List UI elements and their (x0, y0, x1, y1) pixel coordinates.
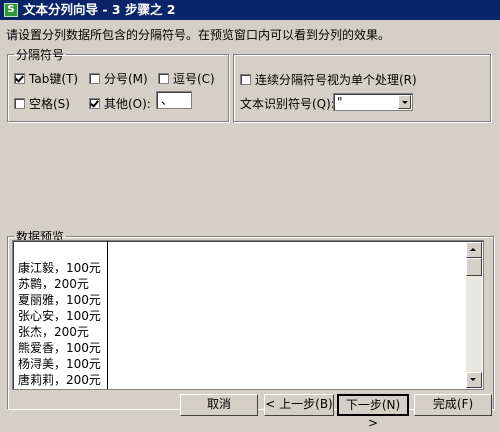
preview-row: 苏鹮，200元 (18, 277, 89, 291)
scroll-thumb[interactable] (466, 258, 482, 276)
chevron-down-icon (402, 101, 408, 104)
checkbox-box[interactable] (89, 98, 100, 109)
checkbox-box[interactable] (89, 73, 100, 84)
separator-legend: 分隔符号 (16, 48, 65, 62)
preview-row: 夏丽雅，100元 (18, 293, 101, 307)
qualifier-select[interactable]: " (333, 93, 413, 111)
tab-label: Tab键(T) (29, 72, 79, 86)
semicolon-checkbox[interactable]: 分号(M) (89, 70, 148, 87)
chevron-down-icon (470, 378, 476, 381)
preview-rows: 康江毅，100元 苏鹮，200元 夏丽雅，100元 张心安，100元 张杰，20… (18, 260, 101, 388)
dropdown-button[interactable] (398, 95, 411, 109)
chevron-up-icon (470, 248, 476, 251)
preview-row: 康江毅，100元 (18, 261, 101, 275)
consecutive-checkbox[interactable]: 连续分隔符号视为单个处理(R) (240, 71, 417, 88)
title-bar: S 文本分列向导 - 3 步骤之 2 (0, 0, 500, 20)
other-checkbox[interactable]: 其他(O): (89, 95, 151, 112)
preview-row: 张心安，100元 (18, 309, 101, 323)
comma-label: 逗号(C) (173, 72, 215, 86)
instruction-text: 请设置分列数据所包含的分隔符号。在预览窗口内可以看到分列的效果。 (6, 28, 391, 42)
finish-button[interactable]: 完成(F) (414, 394, 492, 416)
tab-checkbox[interactable]: Tab键(T) (14, 70, 78, 87)
next-button[interactable]: 下一步(N) > (337, 394, 409, 430)
back-button[interactable]: < 上一步(B) (264, 394, 334, 416)
column-divider[interactable] (107, 241, 108, 389)
checkbox-box[interactable] (14, 73, 25, 84)
preview-row: 熊爱香，100元 (18, 341, 101, 355)
checkbox-box[interactable] (158, 73, 169, 84)
preview-row: 张杰，200元 (18, 325, 89, 339)
window-title: 文本分列向导 - 3 步骤之 2 (23, 2, 176, 17)
space-label: 空格(S) (29, 97, 70, 111)
scroll-up-button[interactable] (466, 242, 482, 258)
scroll-down-button[interactable] (466, 372, 482, 388)
cancel-button[interactable]: 取消 (180, 394, 258, 416)
preview-scrollbar[interactable] (466, 242, 482, 388)
preview-pane[interactable]: 康江毅，100元 苏鹮，200元 夏丽雅，100元 张心安，100元 张杰，20… (12, 240, 484, 390)
checkbox-box[interactable] (240, 74, 251, 85)
semicolon-label: 分号(M) (104, 72, 148, 86)
preview-row: 杨浔美，100元 (18, 357, 101, 371)
comma-checkbox[interactable]: 逗号(C) (158, 70, 215, 87)
qualifier-value: " (337, 95, 343, 109)
checkbox-box[interactable] (14, 98, 25, 109)
other-label: 其他(O): (104, 97, 151, 111)
other-separator-input[interactable]: 、 (156, 91, 192, 109)
qualifier-label: 文本识别符号(Q): (240, 97, 335, 111)
space-checkbox[interactable]: 空格(S) (14, 95, 70, 112)
consecutive-label: 连续分隔符号视为单个处理(R) (255, 73, 417, 87)
app-icon: S (4, 3, 18, 17)
preview-row: 唐莉莉，200元 (18, 373, 101, 387)
